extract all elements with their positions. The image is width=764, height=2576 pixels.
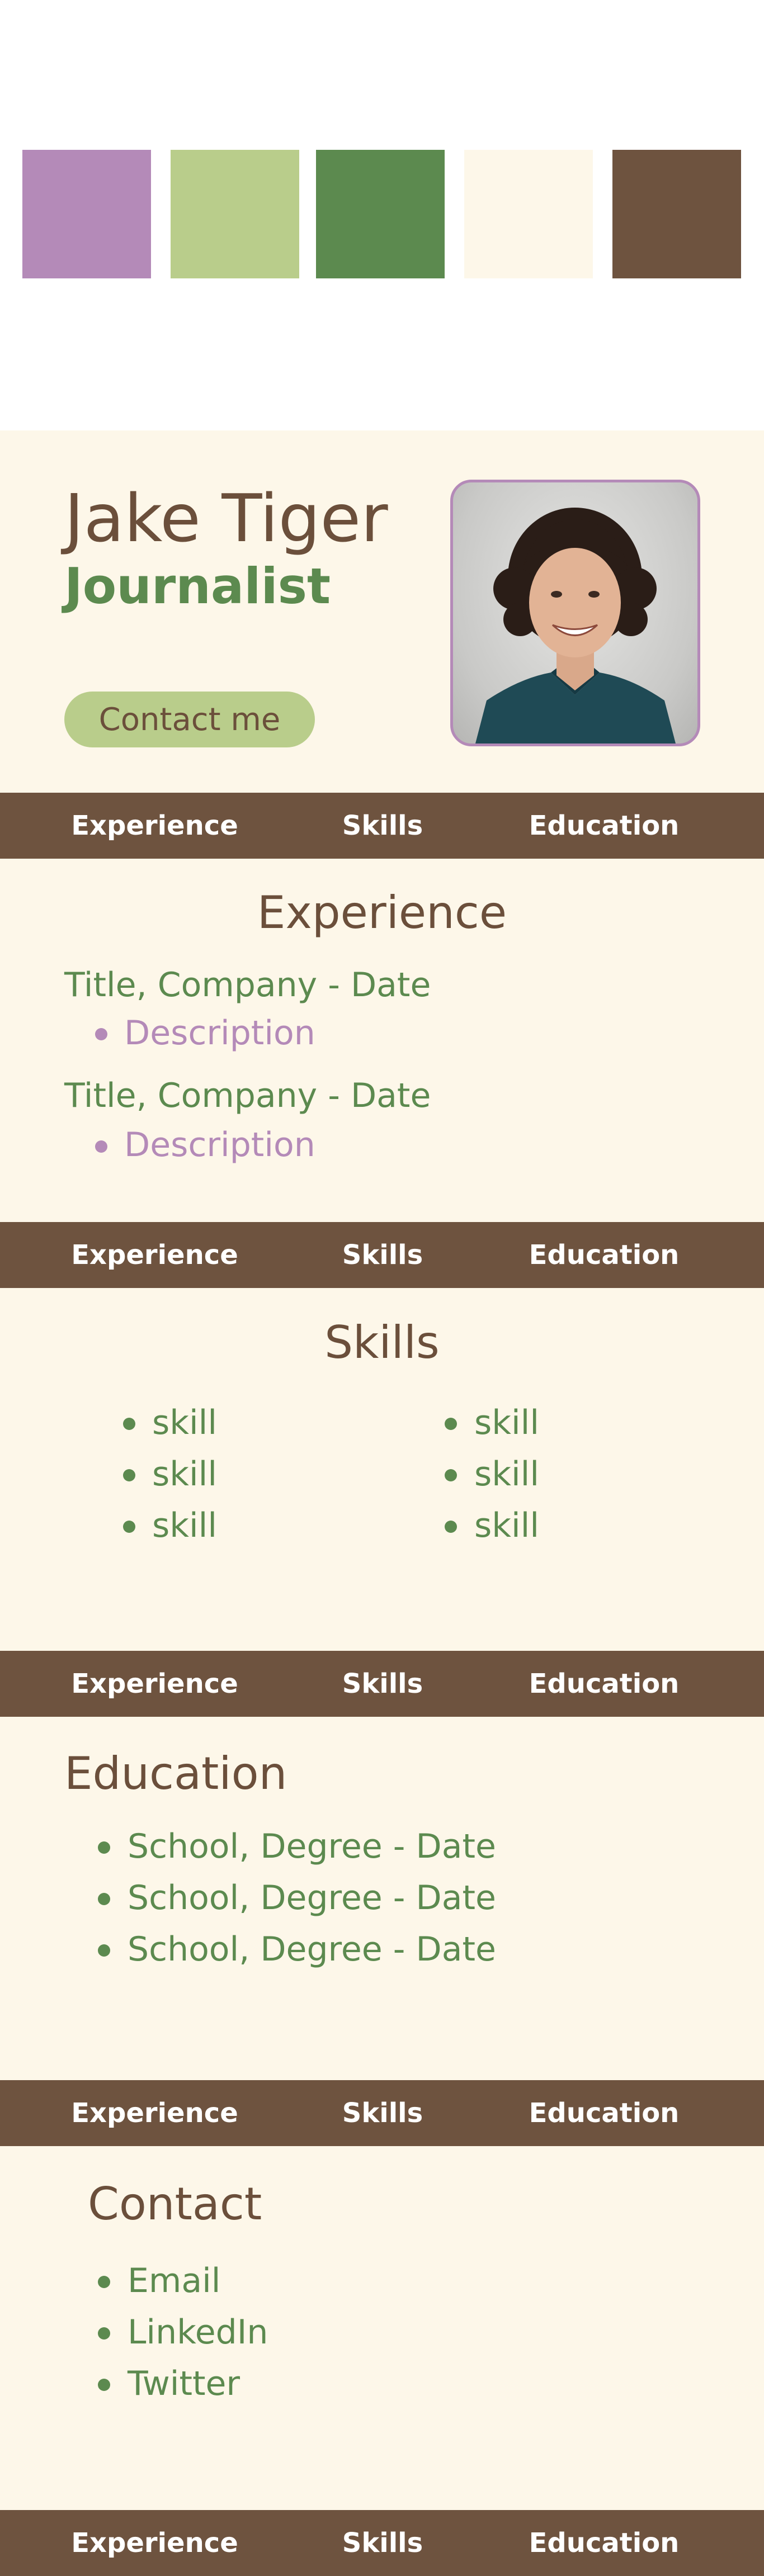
skills-title: Skills <box>324 1317 440 1368</box>
resume-page <box>0 430 764 2576</box>
bullet-dot <box>95 1140 107 1153</box>
swatch-brown <box>612 150 741 278</box>
portrait-photo-icon <box>475 508 676 744</box>
nav-skills[interactable]: Skills <box>313 793 452 859</box>
experience-title: Experience <box>257 887 507 939</box>
nav-education[interactable]: Education <box>503 793 705 859</box>
nav-skills[interactable]: Skills <box>313 1222 452 1288</box>
bullet-dot <box>123 1418 135 1430</box>
contact-me-button[interactable]: Contact me <box>64 692 315 747</box>
nav-education[interactable]: Education <box>503 2080 705 2146</box>
nav-experience[interactable]: Experience <box>45 2510 265 2576</box>
swatch-purple <box>22 150 151 278</box>
swatch-green <box>316 150 445 278</box>
skill-left-3: skill <box>152 1506 218 1545</box>
swatch-light-green <box>171 150 299 278</box>
nav-education[interactable]: Education <box>503 2510 705 2576</box>
bullet-dot <box>445 1521 457 1533</box>
bullet-dot <box>98 1893 110 1905</box>
profile-name: Jake Tiger <box>64 480 388 557</box>
experience-description-1: Description <box>124 1014 315 1053</box>
skill-left-2: skill <box>152 1455 218 1494</box>
nav-experience[interactable]: Experience <box>45 793 265 859</box>
nav-experience[interactable]: Experience <box>45 1222 265 1288</box>
skill-left-1: skill <box>152 1403 218 1442</box>
color-palette <box>0 0 764 430</box>
nav-skills[interactable]: Skills <box>313 2510 452 2576</box>
nav-education[interactable]: Education <box>503 1222 705 1288</box>
bullet-dot <box>98 2379 110 2391</box>
swatch-cream <box>464 150 593 278</box>
nav-skills[interactable]: Skills <box>313 2080 452 2146</box>
profile-role: Journalist <box>64 557 331 615</box>
bullet-dot <box>98 1944 110 1957</box>
bullet-dot <box>445 1469 457 1481</box>
contact-title: Contact <box>88 2178 262 2230</box>
nav-education[interactable]: Education <box>503 1651 705 1717</box>
skill-right-1: skill <box>474 1403 540 1442</box>
experience-description-2: Description <box>124 1125 315 1164</box>
bullet-dot <box>98 2327 110 2340</box>
education-item-1: School, Degree - Date <box>128 1827 496 1866</box>
nav-experience[interactable]: Experience <box>45 2080 265 2146</box>
contact-email-link[interactable]: Email <box>128 2264 220 2298</box>
contact-linkedin-link[interactable]: LinkedIn <box>128 2315 268 2349</box>
nav-experience[interactable]: Experience <box>45 1651 265 1717</box>
skill-right-2: skill <box>474 1455 540 1494</box>
nav-bar-4: Experience Skills Education <box>0 2080 764 2146</box>
contact-twitter-link[interactable]: Twitter <box>128 2367 240 2400</box>
education-title: Education <box>64 1748 287 1800</box>
bullet-dot <box>98 2276 110 2288</box>
nav-bar-3: Experience Skills Education <box>0 1651 764 1717</box>
bullet-dot <box>95 1028 107 1040</box>
experience-heading-1: Title, Company - Date <box>64 965 431 1005</box>
profile-photo <box>450 480 700 746</box>
education-item-2: School, Degree - Date <box>128 1878 496 1917</box>
nav-skills[interactable]: Skills <box>313 1651 452 1717</box>
skill-right-3: skill <box>474 1506 540 1545</box>
education-item-3: School, Degree - Date <box>128 1930 496 1969</box>
nav-bar-1: Experience Skills Education <box>0 793 764 859</box>
bullet-dot <box>123 1521 135 1533</box>
bullet-dot <box>123 1469 135 1481</box>
bullet-dot <box>98 1841 110 1854</box>
bullet-dot <box>445 1418 457 1430</box>
nav-bar-2: Experience Skills Education <box>0 1222 764 1288</box>
nav-bar-5: Experience Skills Education <box>0 2510 764 2576</box>
experience-heading-2: Title, Company - Date <box>64 1076 431 1115</box>
